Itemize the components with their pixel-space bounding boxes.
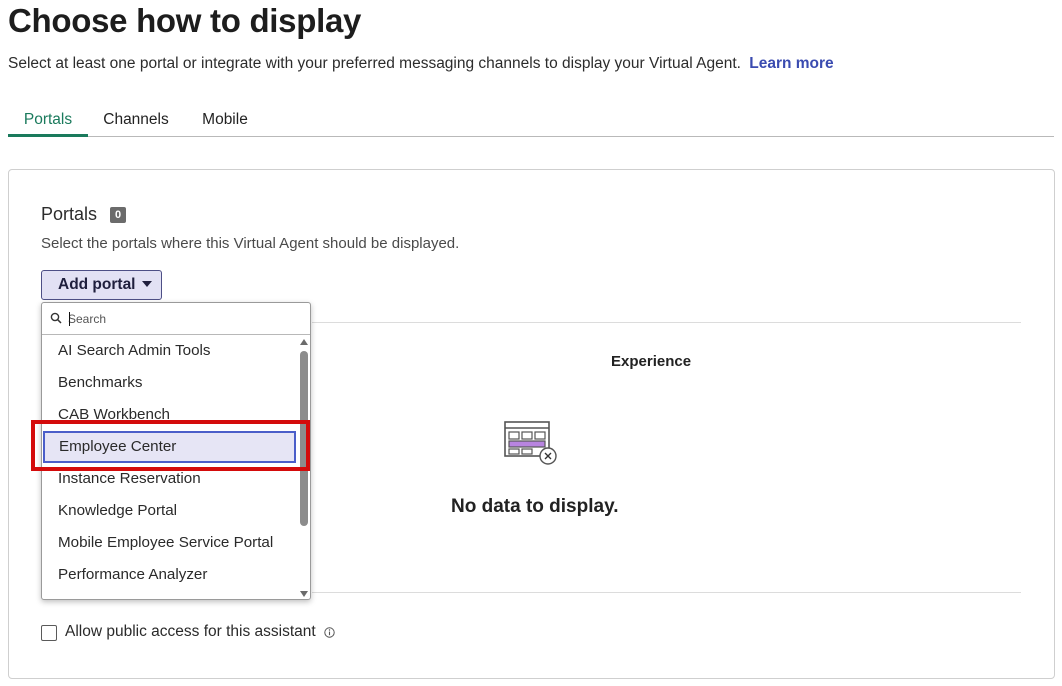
column-header-experience: Experience [611, 353, 692, 370]
scrollbar-thumb[interactable] [300, 351, 308, 526]
tab-channels[interactable]: Channels [94, 102, 178, 136]
subtitle-text: Select at least one portal or integrate … [8, 55, 741, 72]
add-portal-label: Add portal [58, 276, 136, 293]
text-cursor [69, 312, 70, 326]
option-knowledge-portal[interactable]: Knowledge Portal [42, 495, 298, 527]
option-cab-workbench[interactable]: CAB Workbench [42, 399, 298, 431]
info-icon[interactable] [324, 627, 335, 638]
option-instance-reservation[interactable]: Instance Reservation [42, 463, 298, 495]
empty-state-message: No data to display. [451, 496, 619, 517]
dropdown-search-input[interactable] [68, 308, 298, 329]
tab-bar: Portals Channels Mobile [8, 102, 1054, 137]
option-employee-center[interactable]: Employee Center [43, 431, 296, 463]
portals-description: Select the portals where this Virtual Ag… [41, 235, 460, 252]
page-subtitle: Select at least one portal or integrate … [8, 55, 834, 73]
page-title: Choose how to display [8, 2, 362, 39]
option-service-portal[interactable]: Service Portal [42, 591, 298, 599]
table-bottom-divider [312, 592, 1021, 593]
scroll-down-arrow-icon[interactable] [300, 591, 308, 597]
caret-down-icon [141, 281, 152, 287]
empty-state-icon [504, 421, 557, 465]
option-benchmarks[interactable]: Benchmarks [42, 367, 298, 399]
scroll-up-arrow-icon[interactable] [300, 339, 308, 345]
option-performance-analyzer[interactable]: Performance Analyzer [42, 559, 298, 591]
learn-more-link[interactable]: Learn more [749, 55, 833, 72]
portals-heading: Portals [41, 204, 98, 224]
tab-mobile[interactable]: Mobile [186, 102, 264, 136]
tab-portals[interactable]: Portals [8, 102, 88, 137]
portal-options-list: AI Search Admin Tools Benchmarks CAB Wor… [42, 335, 298, 599]
public-access-label: Allow public access for this assistant [65, 623, 316, 640]
option-ai-search-admin-tools[interactable]: AI Search Admin Tools [42, 335, 298, 367]
public-access-checkbox[interactable] [41, 625, 57, 641]
table-top-divider [312, 322, 1021, 323]
search-icon [50, 312, 62, 324]
add-portal-button[interactable]: Add portal [41, 270, 162, 300]
option-mobile-employee-service-portal[interactable]: Mobile Employee Service Portal [42, 527, 298, 559]
portals-count-badge: 0 [110, 207, 126, 223]
portal-dropdown: AI Search Admin Tools Benchmarks CAB Wor… [41, 302, 311, 600]
dropdown-scrollbar[interactable] [298, 335, 310, 599]
dropdown-search-row [42, 303, 310, 335]
